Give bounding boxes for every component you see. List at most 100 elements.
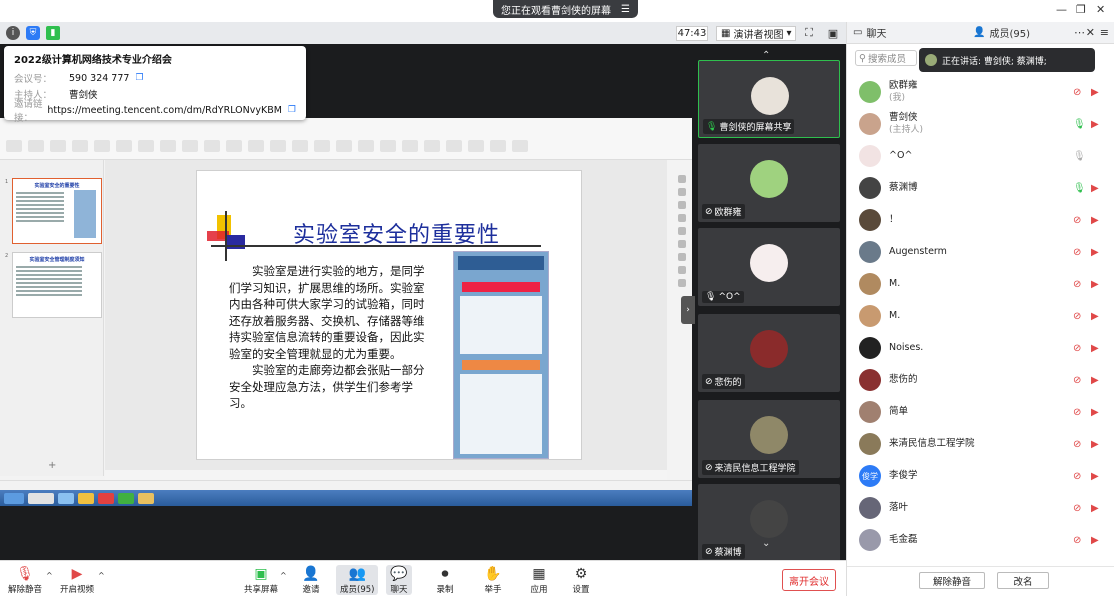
camera-off-icon[interactable]: ▶	[1091, 439, 1099, 450]
invite-button[interactable]: 👤 邀请	[302, 565, 320, 595]
rename-button[interactable]: 改名	[997, 572, 1049, 589]
mic-muted-icon[interactable]: ⊘	[1073, 503, 1081, 514]
tab-chat[interactable]: ▭ 聊天	[853, 25, 886, 40]
mic-muted-icon[interactable]: ⊘	[1073, 535, 1081, 546]
start-video-button[interactable]: ▶ 开启视频	[60, 565, 94, 595]
video-tile[interactable]: ⊘ 欧群雍	[698, 144, 840, 222]
camera-off-icon[interactable]: ▶	[1091, 183, 1099, 194]
video-tile[interactable]: ⊘ 来清民信息工程学院	[698, 400, 840, 478]
member-row[interactable]: 曹剑侠 (主持人) 🎙 ▶	[847, 108, 1114, 140]
mic-muted-icon[interactable]: ⊘	[1073, 87, 1081, 98]
video-tile[interactable]: ⊘ 悲伤的	[698, 314, 840, 392]
member-search-input[interactable]: ⚲ 搜索成员	[855, 50, 917, 66]
camera-off-icon[interactable]: ▶	[1091, 279, 1099, 290]
member-row[interactable]: M. ⊘ ▶	[847, 300, 1114, 332]
mic-muted-icon[interactable]: ⊘	[1073, 439, 1081, 450]
close-icon[interactable]: ✕	[1096, 3, 1105, 16]
copy-icon[interactable]: ❐	[288, 105, 296, 115]
member-row[interactable]: 落叶 ⊘ ▶	[847, 492, 1114, 524]
member-row[interactable]: Noises. ⊘ ▶	[847, 332, 1114, 364]
camera-off-icon[interactable]: ▶	[1091, 375, 1099, 386]
camera-off-icon[interactable]: ▶	[1091, 503, 1099, 514]
mic-muted-icon[interactable]: ⊘	[1073, 471, 1081, 482]
member-row[interactable]: 来清民信息工程学院 ⊘ ▶	[847, 428, 1114, 460]
fullscreen-icon[interactable]: ⛶	[802, 26, 816, 40]
unmute-label: 解除静音	[8, 585, 43, 595]
member-row[interactable]: Augensterm ⊘ ▶	[847, 236, 1114, 268]
member-row[interactable]: 毛金磊 ⊘ ▶	[847, 524, 1114, 556]
menu-icon[interactable]: ☰	[621, 4, 630, 15]
avatar	[859, 81, 881, 103]
member-row[interactable]: 蔡渊博 🎙 ▶	[847, 172, 1114, 204]
raise-hand-button[interactable]: ✋ 举手	[484, 565, 502, 595]
restore-icon[interactable]: ❐	[1076, 3, 1086, 16]
unmute-all-button[interactable]: 解除静音	[919, 572, 985, 589]
mic-icon[interactable]: 🎙	[1073, 119, 1086, 130]
camera-off-icon[interactable]: ▶	[1091, 215, 1099, 226]
info-icon[interactable]: i	[6, 26, 20, 40]
slide-thumbnail[interactable]: 2 实验室安全管理制度须知	[5, 252, 102, 318]
unmute-button[interactable]: 🎙 解除静音	[8, 565, 42, 595]
camera-off-icon[interactable]: ▶	[1091, 343, 1099, 354]
camera-off-icon: ▶	[71, 566, 83, 582]
camera-off-icon[interactable]: ▶	[1091, 407, 1099, 418]
copy-icon[interactable]: ❐	[135, 73, 143, 83]
camera-off-icon[interactable]: ▶	[1091, 119, 1099, 130]
grid-icon: ▦	[721, 28, 731, 39]
member-role: (我)	[889, 93, 906, 103]
share-screen-button[interactable]: ▣ 共享屏幕	[244, 565, 278, 595]
member-name: 落叶	[889, 502, 909, 513]
camera-off-icon[interactable]: ▶	[1091, 471, 1099, 482]
mic-muted-icon[interactable]: ⊘	[1073, 279, 1081, 290]
mic-muted-icon[interactable]: ⊘	[1073, 343, 1081, 354]
member-row[interactable]: 简单 ⊘ ▶	[847, 396, 1114, 428]
viewing-banner[interactable]: 您正在观看曹剑侠的屏幕 ☰	[493, 0, 638, 18]
menu-icon[interactable]: ≡	[1100, 26, 1109, 39]
mic-icon[interactable]: 🎙	[1073, 183, 1086, 194]
apps-button[interactable]: ▦ 应用	[530, 565, 548, 595]
leave-meeting-button[interactable]: 离开会议	[782, 569, 836, 591]
view-mode-select[interactable]: ▦ 演讲者视图 ▾	[716, 26, 797, 41]
more-icon[interactable]: ⋯	[1074, 26, 1085, 39]
members-button[interactable]: 👥 成员(95)	[336, 565, 379, 595]
camera-off-icon[interactable]: ▶	[1091, 535, 1099, 546]
tab-members[interactable]: 👤 成员(95)	[973, 25, 1030, 40]
mic-muted-icon[interactable]: ⊘	[1073, 215, 1081, 226]
mic-icon[interactable]: 🎙	[1073, 151, 1086, 162]
video-tile[interactable]: 🎙 ^O^	[698, 228, 840, 306]
minimize-icon[interactable]: —	[1056, 3, 1067, 16]
invite-link-value[interactable]: https://meeting.tencent.com/dm/RdYRLONvy…	[47, 105, 282, 116]
settings-button[interactable]: ⚙ 设置	[572, 565, 590, 595]
thumbnail-title: 实验室安全的重要性	[34, 183, 80, 189]
record-button[interactable]: ⏺ 录制	[436, 565, 454, 595]
camera-off-icon[interactable]: ▶	[1091, 87, 1099, 98]
member-row[interactable]: 欧群雍 (我) ⊘ ▶	[847, 76, 1114, 108]
member-row[interactable]: 悲伤的 ⊘ ▶	[847, 364, 1114, 396]
mic-muted-icon[interactable]: ⊘	[1073, 375, 1081, 386]
mic-muted-icon[interactable]: ⊘	[1073, 407, 1081, 418]
chevron-up-icon[interactable]: ^	[46, 571, 53, 580]
video-tile[interactable]: 🎙 曹剑侠的屏幕共享	[698, 60, 840, 138]
video-tile[interactable]: ⊘ 蔡渊博	[698, 484, 840, 562]
ppt-status-bar	[0, 480, 692, 490]
member-row[interactable]: M. ⊘ ▶	[847, 268, 1114, 300]
slide-thumbnail[interactable]: 1 实验室安全的重要性	[5, 178, 102, 244]
close-icon[interactable]: ✕	[1086, 26, 1095, 39]
camera-off-icon[interactable]: ▶	[1091, 247, 1099, 258]
member-row[interactable]: 俊学 李俊学 ⊘ ▶	[847, 460, 1114, 492]
signal-icon[interactable]: ▮	[46, 26, 60, 40]
member-row[interactable]: ^O^ 🎙	[847, 140, 1114, 172]
chevron-up-icon[interactable]: ^	[98, 571, 105, 580]
member-text: Augensterm	[889, 246, 947, 258]
shield-icon[interactable]: ⛨	[26, 26, 40, 40]
member-row[interactable]: ！ ⊘ ▶	[847, 204, 1114, 236]
chat-button[interactable]: 💬 聊天	[386, 565, 412, 595]
camera-off-icon[interactable]: ▶	[1091, 311, 1099, 322]
add-slide-icon[interactable]: +	[48, 460, 56, 471]
sidebar-toggle-icon[interactable]: ▣	[826, 26, 840, 40]
mic-muted-icon[interactable]: ⊘	[1073, 311, 1081, 322]
collapse-video-icon[interactable]: ›	[681, 296, 695, 324]
mic-muted-icon[interactable]: ⊘	[1073, 247, 1081, 258]
chevron-down-icon[interactable]: ⌄	[762, 538, 770, 549]
chevron-up-icon[interactable]: ^	[280, 571, 287, 580]
